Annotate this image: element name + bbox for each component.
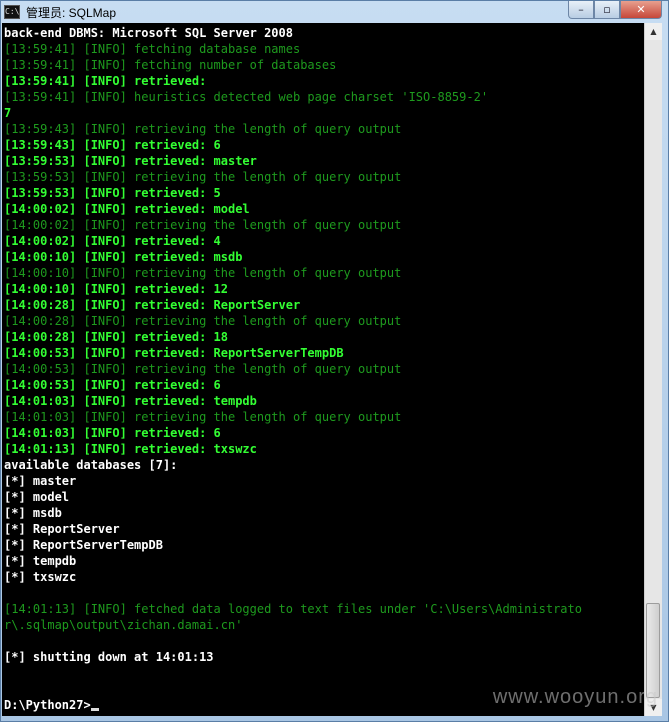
console-line: [14:01:03] [INFO] retrieved: 6 — [4, 426, 221, 440]
console-line: [13:59:53] [INFO] retrieving the length … — [4, 170, 402, 184]
console-line: [14:00:10] [INFO] retrieving the length … — [4, 266, 402, 280]
scroll-up-arrow-icon[interactable]: ▲ — [645, 23, 662, 40]
console-line: [13:59:53] [INFO] retrieved: 5 — [4, 186, 221, 200]
console-window: C:\ 管理员: SQLMap – ▫ ✕ back-end DBMS: Mic… — [0, 0, 669, 722]
console-line: r\.sqlmap\output\zichan.damai.cn' — [4, 618, 243, 632]
console-line: available databases [7]: — [4, 458, 178, 472]
console-line: [*] ReportServer — [4, 522, 120, 536]
console-output[interactable]: back-end DBMS: Microsoft SQL Server 2008… — [2, 23, 644, 716]
console-line: [14:00:02] [INFO] retrieved: model — [4, 202, 250, 216]
text-cursor — [90, 708, 99, 711]
console-line: 7 — [4, 106, 12, 120]
maximize-button[interactable]: ▫ — [594, 1, 620, 19]
console-line: [*] txswzc — [4, 570, 77, 584]
console-line: [13:59:41] [INFO] fetching database name… — [4, 42, 301, 56]
console-line: [*] shutting down at 14:01:13 — [4, 650, 214, 664]
vertical-scrollbar[interactable]: ▲ ▼ — [644, 23, 662, 716]
console-line: [13:59:41] [INFO] retrieved: — [4, 74, 207, 88]
console-icon: C:\ — [4, 5, 20, 19]
console-line: [*] tempdb — [4, 554, 77, 568]
console-line: [*] msdb — [4, 506, 62, 520]
console-line: [13:59:53] [INFO] retrieved: master — [4, 154, 257, 168]
prompt-text: D:\Python27> — [4, 698, 91, 712]
console-line: [*] ReportServerTempDB — [4, 538, 163, 552]
console-line: [14:00:10] [INFO] retrieved: msdb — [4, 250, 243, 264]
console-line: [14:00:10] [INFO] retrieved: 12 — [4, 282, 228, 296]
console-line: [14:01:13] [INFO] fetched data logged to… — [4, 602, 582, 616]
console-line: [14:00:28] [INFO] retrieved: 18 — [4, 330, 228, 344]
console-line: [*] master — [4, 474, 77, 488]
console-line: [14:00:28] [INFO] retrieved: ReportServe… — [4, 298, 301, 312]
window-title: 管理员: SQLMap — [26, 5, 117, 20]
console-line: [14:00:28] [INFO] retrieving the length … — [4, 314, 402, 328]
console-line: [*] model — [4, 490, 70, 504]
console-line: [14:01:13] [INFO] retrieved: txswzc — [4, 442, 257, 456]
watermark: www.wooyun.org — [492, 686, 658, 708]
window-controls: – ▫ ✕ — [568, 1, 662, 19]
console-line: [14:00:53] [INFO] retrieving the length … — [4, 362, 402, 376]
console-line: [14:01:03] [INFO] retrieved: tempdb — [4, 394, 257, 408]
console-line: [14:00:02] [INFO] retrieving the length … — [4, 218, 402, 232]
console-line: [13:59:43] [INFO] retrieving the length … — [4, 122, 402, 136]
console-line: [13:59:43] [INFO] retrieved: 6 — [4, 138, 221, 152]
scrollbar-thumb[interactable] — [646, 603, 660, 698]
title-bar[interactable]: C:\ 管理员: SQLMap – ▫ ✕ — [1, 1, 668, 23]
console-lines: back-end DBMS: Microsoft SQL Server 2008… — [2, 23, 644, 713]
console-line: back-end DBMS: Microsoft SQL Server 2008 — [4, 26, 293, 40]
console-line: [14:00:02] [INFO] retrieved: 4 — [4, 234, 221, 248]
console-line: [14:00:53] [INFO] retrieved: 6 — [4, 378, 221, 392]
console-line: [13:59:41] [INFO] fetching number of dat… — [4, 58, 337, 72]
console-line: [14:01:03] [INFO] retrieving the length … — [4, 410, 402, 424]
close-button[interactable]: ✕ — [620, 1, 662, 19]
console-line: [13:59:41] [INFO] heuristics detected we… — [4, 90, 489, 104]
console-line: [14:00:53] [INFO] retrieved: ReportServe… — [4, 346, 344, 360]
minimize-button[interactable]: – — [568, 1, 594, 19]
